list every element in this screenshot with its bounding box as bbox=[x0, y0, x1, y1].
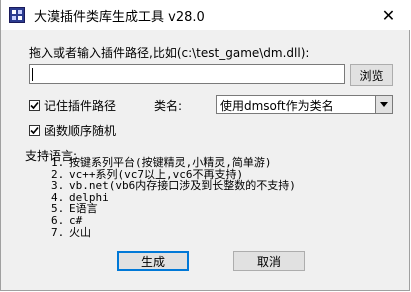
random-order-checkbox[interactable] bbox=[29, 125, 40, 136]
classname-selected-value: 使用dmsoft作为类名 bbox=[220, 99, 334, 113]
path-prompt-label: 拖入或者输入插件路径,比如(c:\test_game\dm.dll): bbox=[29, 46, 310, 60]
classname-select[interactable]: 使用dmsoft作为类名 bbox=[216, 95, 393, 114]
close-icon: ✕ bbox=[381, 5, 396, 25]
text-caret bbox=[32, 68, 33, 81]
app-logo-icon bbox=[9, 7, 25, 23]
random-order-label: 函数顺序随机 bbox=[44, 124, 117, 138]
supported-languages-list: 1. 按键系列平台(按键精灵,小精灵,简单游) 2. vc++系列(vc7以上,vc… bbox=[51, 157, 296, 238]
title-bar: 大漠插件类库生成工具 v28.0 ✕ bbox=[1, 0, 411, 30]
classname-label: 类名: bbox=[154, 99, 183, 113]
chevron-down-icon[interactable] bbox=[375, 96, 392, 113]
list-item: 5. E语言 bbox=[51, 202, 98, 216]
cancel-button[interactable]: 取消 bbox=[233, 251, 305, 271]
remember-path-checkbox[interactable] bbox=[29, 100, 40, 111]
remember-path-option[interactable]: 记住插件路径 bbox=[29, 97, 116, 114]
checkmark-icon bbox=[30, 101, 39, 110]
window-title: 大漠插件类库生成工具 v28.0 bbox=[34, 10, 205, 25]
close-button[interactable]: ✕ bbox=[366, 0, 411, 30]
list-item: 7. 火山 bbox=[51, 225, 91, 239]
remember-path-label: 记住插件路径 bbox=[44, 99, 117, 113]
plugin-path-input[interactable] bbox=[29, 64, 345, 84]
main-window: 大漠插件类库生成工具 v28.0 ✕ 拖入或者输入插件路径,比如(c:\test… bbox=[0, 0, 411, 291]
random-order-option[interactable]: 函数顺序随机 bbox=[29, 122, 116, 139]
generate-button[interactable]: 生成 bbox=[117, 251, 189, 271]
browse-button[interactable]: 浏览 bbox=[350, 64, 393, 86]
checkmark-icon bbox=[30, 126, 39, 135]
